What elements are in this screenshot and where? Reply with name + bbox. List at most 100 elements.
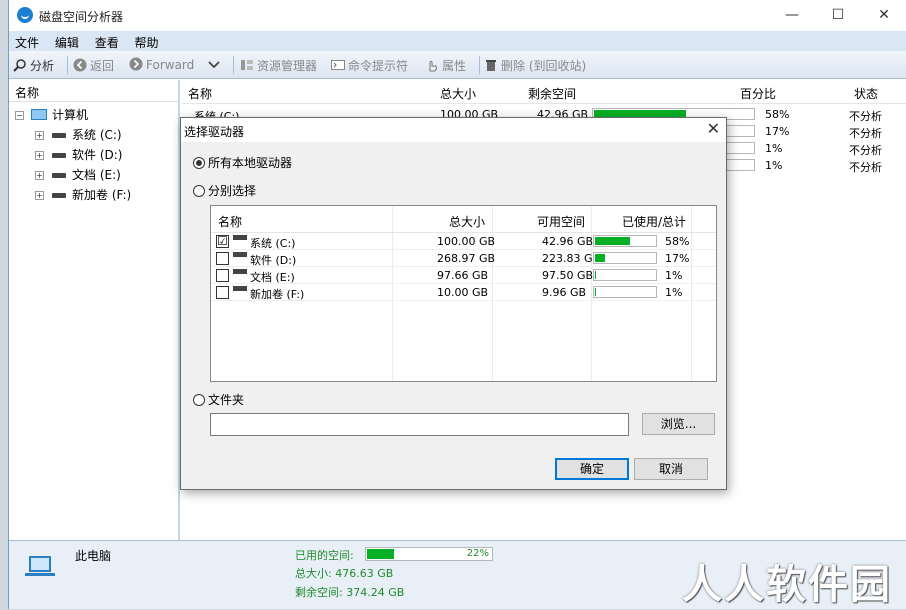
expand-toggle-icon[interactable]: +: [35, 191, 44, 200]
drive-row[interactable]: ☑ 系统 (C:) 100.00 GB 42.96 GB 58%: [211, 233, 716, 250]
expand-toggle-icon[interactable]: +: [35, 151, 44, 160]
toolbar-divider: [479, 56, 480, 74]
column-status[interactable]: 状态: [854, 85, 878, 102]
column-percent[interactable]: 百分比: [740, 85, 776, 102]
drive-icon: [52, 193, 66, 198]
tree-item-drive-e[interactable]: + 文档 (E:): [9, 165, 178, 185]
drive-total: 10.00 GB: [437, 286, 489, 299]
column-total[interactable]: 总大小: [440, 85, 476, 102]
explorer-label: 资源管理器: [257, 59, 318, 73]
trash-icon: [486, 60, 496, 71]
hand-pointer-icon: [429, 60, 437, 72]
maximize-button[interactable]: ☐: [815, 0, 861, 31]
dialog-close-button[interactable]: ✕: [707, 119, 720, 138]
menu-bar: 文件 编辑 查看 帮助: [9, 31, 906, 51]
explorer-button[interactable]: 资源管理器: [240, 57, 317, 73]
used-space-percent: 22%: [466, 548, 489, 559]
tree-item-computer[interactable]: − 计算机: [9, 105, 178, 125]
forward-dropdown-button[interactable]: [207, 57, 224, 73]
expand-toggle-icon[interactable]: +: [35, 171, 44, 180]
drive-checkbox[interactable]: [216, 286, 229, 299]
radio-all-drives[interactable]: 所有本地驱动器: [193, 154, 292, 171]
column-name[interactable]: 名称: [188, 85, 212, 102]
row-percent: 1%: [765, 142, 783, 155]
search-icon: [13, 59, 26, 72]
browse-button[interactable]: 浏览...: [642, 413, 715, 435]
analyze-button[interactable]: 分析: [13, 57, 54, 73]
dlg-column-total[interactable]: 总大小: [449, 213, 485, 230]
tree-item-label: 文档 (E:): [72, 168, 121, 182]
tree-item-label: 新加卷 (F:): [72, 188, 132, 202]
menu-edit[interactable]: 编辑: [49, 31, 85, 51]
used-space-fill: [367, 549, 395, 559]
tree-item-drive-c[interactable]: + 系统 (C:): [9, 125, 178, 145]
drive-usage-fill: [595, 288, 596, 296]
chevron-down-icon: [208, 61, 220, 69]
free-space-text: 剩余空间: 374.24 GB: [295, 586, 405, 599]
drive-checkbox[interactable]: [216, 269, 229, 282]
menu-file[interactable]: 文件: [9, 31, 45, 51]
drive-usage-bar: [593, 252, 657, 264]
drive-percent: 1%: [665, 286, 683, 299]
drive-usage-fill: [595, 237, 630, 245]
toolbar-divider: [67, 56, 68, 74]
drive-row[interactable]: 软件 (D:) 268.97 GB 223.83 GB 17%: [211, 250, 716, 267]
toolbar: 分析 返回 Forward 资源管理器 命令提示符 属性 删除 (到回收站): [9, 51, 906, 79]
menu-help[interactable]: 帮助: [129, 31, 165, 51]
delete-button[interactable]: 删除 (到回收站): [484, 57, 586, 73]
radio-all-label: 所有本地驱动器: [208, 156, 293, 170]
cancel-button[interactable]: 取消: [634, 458, 708, 480]
drive-total: 268.97 GB: [437, 252, 496, 265]
drive-free: 42.96 GB: [542, 235, 594, 248]
drive-usage-fill: [595, 271, 596, 279]
drive-total: 100.00 GB: [437, 235, 496, 248]
tree-item-drive-f[interactable]: + 新加卷 (F:): [9, 185, 178, 205]
used-space-bar: 22%: [365, 547, 493, 561]
expand-toggle-icon[interactable]: +: [35, 131, 44, 140]
total-size-text: 总大小: 476.63 GB: [295, 567, 394, 580]
back-button[interactable]: 返回: [73, 57, 114, 73]
row-percent: 58%: [765, 108, 790, 121]
dlg-column-name[interactable]: 名称: [218, 213, 242, 230]
collapse-toggle-icon[interactable]: −: [15, 111, 24, 120]
drive-name: 系统 (C:): [250, 237, 296, 250]
drive-free: 9.96 GB: [542, 286, 587, 299]
drive-name: 新加卷 (F:): [250, 288, 305, 301]
radio-select-each[interactable]: 分别选择: [193, 182, 256, 199]
minimize-button[interactable]: —: [769, 0, 815, 31]
used-space-label: 已用的空间:: [295, 549, 354, 562]
drive-row[interactable]: 新加卷 (F:) 10.00 GB 9.96 GB 1%: [211, 284, 716, 301]
column-free[interactable]: 剩余空间: [528, 85, 576, 102]
drive-usage-bar: [593, 286, 657, 298]
cmd-label: 命令提示符: [348, 59, 409, 73]
drive-row[interactable]: 文档 (E:) 97.66 GB 97.50 GB 1%: [211, 267, 716, 284]
drive-icon: [52, 133, 66, 138]
menu-view[interactable]: 查看: [89, 31, 125, 51]
drive-checkbox[interactable]: [216, 252, 229, 265]
select-drive-dialog: 选择驱动器 ✕ 所有本地驱动器 分别选择 名称 总大小 可用空间 已使用/总计 …: [180, 117, 727, 490]
row-status: 不分析: [849, 110, 882, 123]
laptop-base: [25, 573, 55, 576]
drive-usage-bar: [593, 269, 657, 281]
drive-percent: 17%: [665, 252, 690, 265]
drive-icon: [233, 269, 247, 274]
dialog-title: 选择驱动器: [184, 125, 245, 139]
tree-item-drive-d[interactable]: + 软件 (D:): [9, 145, 178, 165]
dlg-column-used[interactable]: 已使用/总计: [622, 213, 686, 230]
tree-item-label: 计算机: [52, 108, 89, 122]
dlg-column-free[interactable]: 可用空间: [537, 213, 585, 230]
tree-item-label: 系统 (C:): [72, 128, 122, 142]
ok-button[interactable]: 确定: [555, 458, 629, 480]
drive-checkbox[interactable]: ☑: [216, 235, 229, 248]
radio-folder[interactable]: 文件夹: [193, 391, 244, 408]
properties-button[interactable]: 属性: [425, 57, 466, 73]
row-status: 不分析: [849, 161, 882, 174]
close-button[interactable]: ✕: [861, 0, 906, 31]
folder-path-input[interactable]: [210, 413, 629, 436]
forward-button[interactable]: Forward: [129, 57, 194, 73]
drive-icon: [52, 153, 66, 158]
dialog-title-bar: 选择驱动器 ✕: [181, 118, 726, 142]
back-arrow-icon: [73, 58, 87, 72]
cmd-button[interactable]: 命令提示符: [331, 57, 408, 73]
watermark: 人人软件园: [682, 562, 892, 608]
